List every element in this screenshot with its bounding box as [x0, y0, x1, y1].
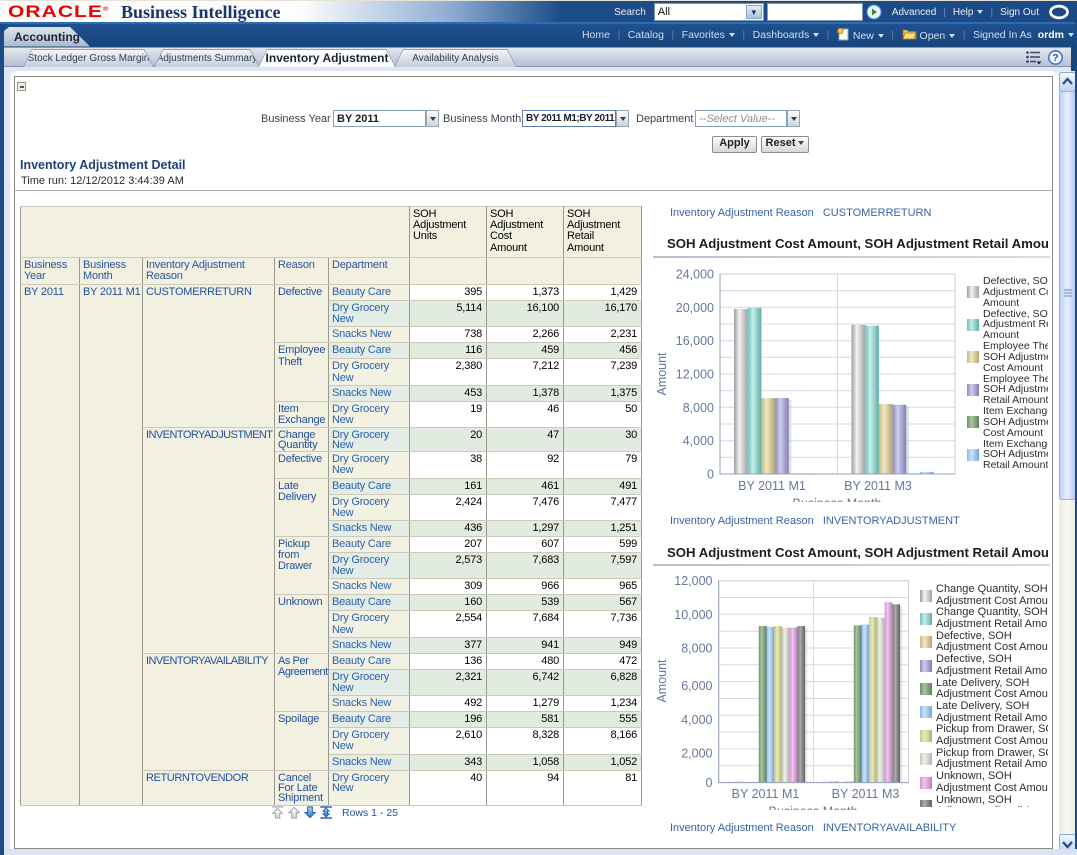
svg-text:10,000: 10,000 — [674, 608, 712, 622]
svg-text:Business Month: Business Month — [769, 805, 858, 811]
svg-text:2,000: 2,000 — [681, 746, 712, 760]
svg-text:8,000: 8,000 — [683, 401, 714, 415]
svg-text:BY 2011 M3: BY 2011 M3 — [844, 479, 912, 493]
svg-text:Amount: Amount — [655, 352, 669, 396]
svg-text:24,000: 24,000 — [676, 268, 714, 282]
svg-text:Business Month: Business Month — [793, 497, 882, 503]
svg-text:4,000: 4,000 — [681, 713, 712, 727]
svg-text:0: 0 — [707, 468, 714, 482]
svg-text:16,000: 16,000 — [676, 334, 714, 348]
svg-text:12,000: 12,000 — [674, 574, 712, 588]
svg-text:Amount: Amount — [655, 659, 669, 703]
svg-text:12,000: 12,000 — [676, 368, 714, 382]
svg-text:0: 0 — [706, 776, 713, 790]
svg-text:BY 2011 M1: BY 2011 M1 — [732, 787, 800, 801]
svg-text:BY 2011 M3: BY 2011 M3 — [832, 787, 900, 801]
svg-text:4,000: 4,000 — [683, 434, 714, 448]
svg-text:BY 2011 M1: BY 2011 M1 — [738, 479, 806, 493]
svg-text:6,000: 6,000 — [681, 679, 712, 693]
svg-text:?: ? — [1052, 52, 1058, 64]
svg-text:8,000: 8,000 — [681, 642, 712, 656]
svg-text:20,000: 20,000 — [676, 301, 714, 315]
